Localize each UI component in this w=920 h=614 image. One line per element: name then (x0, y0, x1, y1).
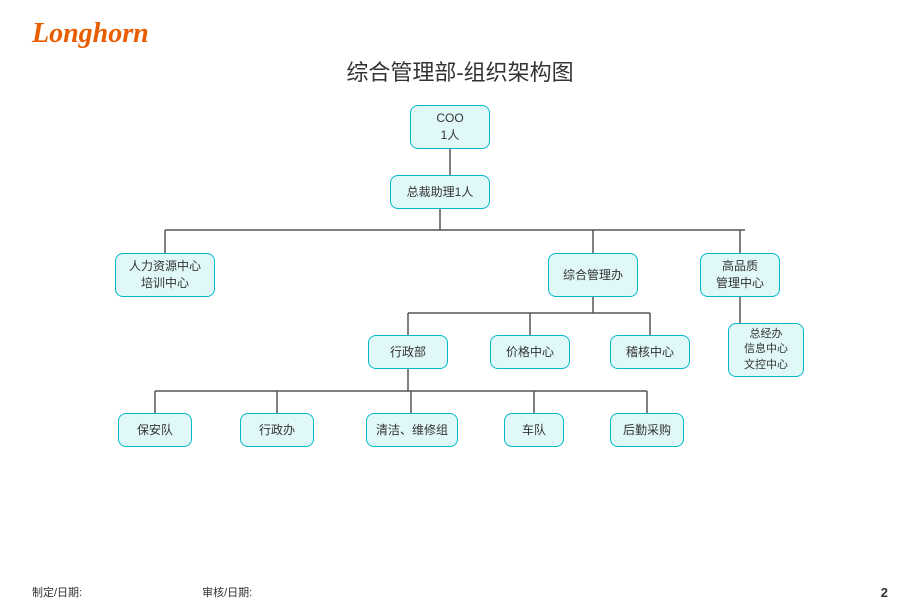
node-general-office: 总经办信息中心文控中心 (728, 323, 804, 377)
node-admin-dept: 行政部 (368, 335, 448, 369)
node-security: 保安队 (118, 413, 192, 447)
footer-middle: 审核/日期: (202, 584, 252, 600)
node-price-center: 价格中心 (490, 335, 570, 369)
org-chart: COO1人 总裁助理1人 人力资源中心培训中心 综合管理办 高品质管理中心 行政… (0, 95, 920, 574)
logo: Longhorn (32, 18, 149, 50)
page-number: 2 (881, 585, 888, 600)
node-general-mgmt: 综合管理办 (548, 253, 638, 297)
footer: 制定/日期: 审核/日期: 2 (32, 584, 888, 600)
node-audit-center: 稽核中心 (610, 335, 690, 369)
node-logistics: 后勤采购 (610, 413, 684, 447)
node-assistant: 总裁助理1人 (390, 175, 490, 209)
node-admin-office: 行政办 (240, 413, 314, 447)
node-fleet: 车队 (504, 413, 564, 447)
node-quality: 高品质管理中心 (700, 253, 780, 297)
footer-left: 制定/日期: (32, 584, 82, 600)
node-coo: COO1人 (410, 105, 490, 149)
node-cleaning: 清洁、维修组 (366, 413, 458, 447)
page-title: 综合管理部-组织架构图 (0, 55, 920, 87)
node-hr: 人力资源中心培训中心 (115, 253, 215, 297)
